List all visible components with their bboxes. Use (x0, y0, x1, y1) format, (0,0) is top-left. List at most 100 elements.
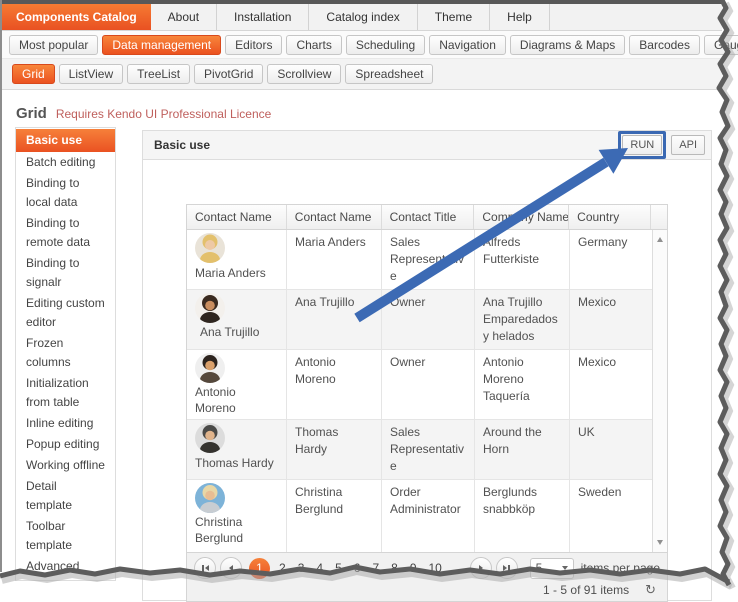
tab-editors[interactable]: Editors (225, 35, 282, 55)
sidebar-item-initialization-from-table[interactable]: Initialization from table (16, 373, 115, 413)
sidebar-item-detail-template[interactable]: Detail template (16, 476, 115, 516)
component-nav: Grid ListView TreeList PivotGrid Scrollv… (2, 59, 722, 90)
column-header-contact-title[interactable]: Contact Title (382, 205, 475, 229)
contact-photo-name: Ana Trujillo (200, 324, 259, 340)
nav-item-catalog-index[interactable]: Catalog index (309, 3, 417, 30)
page-7-button[interactable]: 7 (366, 561, 385, 575)
company-name-cell: Berglunds snabbköp (475, 480, 570, 552)
page-2-button[interactable]: 2 (273, 561, 292, 575)
sidebar-item-inline-editing[interactable]: Inline editing (16, 413, 115, 434)
nav-item-help[interactable]: Help (490, 3, 550, 30)
company-name-cell: Around the Horn (475, 420, 570, 479)
tab-grid[interactable]: Grid (12, 64, 55, 84)
table-row[interactable]: Antonio Moreno Antonio Moreno Owner Anto… (187, 350, 652, 420)
scroll-up-icon[interactable] (657, 234, 663, 242)
tab-listview[interactable]: ListView (59, 64, 123, 84)
tab-barcodes[interactable]: Barcodes (629, 35, 700, 55)
next-page-button[interactable] (470, 557, 492, 579)
run-button[interactable]: RUN (622, 135, 662, 155)
page-5-button[interactable]: 5 (329, 561, 348, 575)
contact-name-cell: Ana Trujillo (287, 290, 382, 349)
sidebar-item-basic-use[interactable]: Basic use (16, 129, 115, 152)
last-page-button[interactable] (496, 557, 518, 579)
contact-name-cell: Christina Berglund (287, 480, 382, 552)
tab-charts[interactable]: Charts (286, 35, 341, 55)
contact-photo-name: Christina Berglund (195, 514, 278, 546)
nav-item-theme[interactable]: Theme (418, 3, 490, 30)
page-3-button[interactable]: 3 (292, 561, 311, 575)
tab-scheduling[interactable]: Scheduling (346, 35, 425, 55)
column-header-contact-name[interactable]: Contact Name (287, 205, 382, 229)
page-title: GridRequires Kendo UI Professional Licen… (16, 105, 722, 122)
tab-most-popular[interactable]: Most popular (9, 35, 98, 55)
run-button-highlight: RUN (618, 131, 666, 159)
sidebar-item-frozen-columns[interactable]: Frozen columns (16, 333, 115, 373)
sidebar-item-batch-editing[interactable]: Batch editing (16, 152, 115, 173)
api-button[interactable]: API (671, 135, 705, 155)
avatar (195, 233, 225, 263)
first-page-button[interactable] (194, 557, 216, 579)
page-4-button[interactable]: 4 (310, 561, 329, 575)
contact-title-cell: Sales Representative (382, 230, 475, 289)
category-nav: Most popular Data management Editors Cha… (2, 31, 722, 59)
table-row[interactable]: Thomas Hardy Thomas Hardy Sales Represen… (187, 420, 652, 480)
column-header-country[interactable]: Country (569, 205, 651, 229)
tab-navigation[interactable]: Navigation (429, 35, 506, 55)
sidebar-item-binding-signalr[interactable]: Binding to signalr (16, 253, 115, 293)
tab-spreadsheet[interactable]: Spreadsheet (345, 64, 433, 84)
sidebar-item-toolbar-template[interactable]: Toolbar template (16, 516, 115, 556)
nav-item-about[interactable]: About (151, 3, 217, 30)
first-page-icon (202, 565, 204, 572)
items-per-page-label: items per page (581, 561, 660, 575)
sidebar-item-editing-custom-editor[interactable]: Editing custom editor (16, 293, 115, 333)
contact-title-cell: Sales Representative (382, 420, 475, 479)
country-cell: Germany (570, 230, 652, 289)
country-cell: Mexico (570, 350, 652, 419)
page-size-dropdown[interactable]: 5 (530, 558, 574, 579)
country-cell: UK (570, 420, 652, 479)
page-8-button[interactable]: 8 (385, 561, 404, 575)
column-header-contact-photo[interactable]: Contact Name (187, 205, 287, 229)
nav-item-components-catalog[interactable]: Components Catalog (2, 3, 151, 30)
page-6-button[interactable]: 6 (348, 561, 367, 575)
avatar (195, 353, 225, 383)
primary-nav: Components Catalog About Installation Ca… (2, 3, 722, 31)
avatar (195, 423, 225, 453)
demo-actions: RUN API (618, 131, 705, 159)
table-row[interactable]: Maria Anders Maria Anders Sales Represen… (187, 230, 652, 290)
contact-photo-name: Thomas Hardy (195, 455, 274, 471)
app-window: Components Catalog About Installation Ca… (2, 3, 722, 601)
grid-header-row: Contact Name Contact Name Contact Title … (187, 205, 667, 230)
demo-panel: Basic use RUN API Contact Name Contact N… (142, 130, 712, 601)
tab-gauges[interactable]: Gauges (704, 35, 738, 55)
sidebar-item-binding-local[interactable]: Binding to local data (16, 173, 115, 213)
sidebar-item-popup-editing[interactable]: Popup editing (16, 434, 115, 455)
previous-page-button[interactable] (220, 557, 242, 579)
tab-pivotgrid[interactable]: PivotGrid (194, 64, 263, 84)
tab-treelist[interactable]: TreeList (127, 64, 190, 84)
scroll-down-icon[interactable] (657, 540, 663, 548)
contact-photo-name: Maria Anders (195, 265, 266, 281)
sidebar-item-advanced[interactable]: Advanced (16, 556, 115, 577)
tab-data-management[interactable]: Data management (102, 35, 221, 55)
table-row[interactable]: Christina Berglund Christina Berglund Or… (187, 480, 652, 552)
avatar (195, 483, 225, 513)
company-name-cell: Alfreds Futterkiste (475, 230, 570, 289)
refresh-icon[interactable]: ↻ (645, 584, 656, 597)
page-10-button[interactable]: 10 (423, 561, 448, 575)
licence-note: Requires Kendo UI Professional Licence (56, 107, 271, 121)
tab-diagrams-maps[interactable]: Diagrams & Maps (510, 35, 625, 55)
sidebar-item-working-offline[interactable]: Working offline (16, 455, 115, 476)
contact-title-cell: Owner (382, 350, 475, 419)
sidebar-item-binding-remote[interactable]: Binding to remote data (16, 213, 115, 253)
tab-scrollview[interactable]: Scrollview (267, 64, 341, 84)
vertical-scrollbar[interactable] (652, 230, 667, 552)
pager-info: 1 - 5 of 91 items (543, 583, 629, 597)
page-9-button[interactable]: 9 (404, 561, 423, 575)
demo-title: Basic use (154, 138, 210, 152)
nav-item-installation[interactable]: Installation (217, 3, 309, 30)
table-row[interactable]: Ana Trujillo Ana Trujillo Owner Ana Truj… (187, 290, 652, 350)
column-header-company-name[interactable]: Company Name (474, 205, 569, 229)
page-1-button-current[interactable]: 1 (249, 558, 270, 579)
more-pages-button[interactable]: ... (448, 561, 470, 575)
